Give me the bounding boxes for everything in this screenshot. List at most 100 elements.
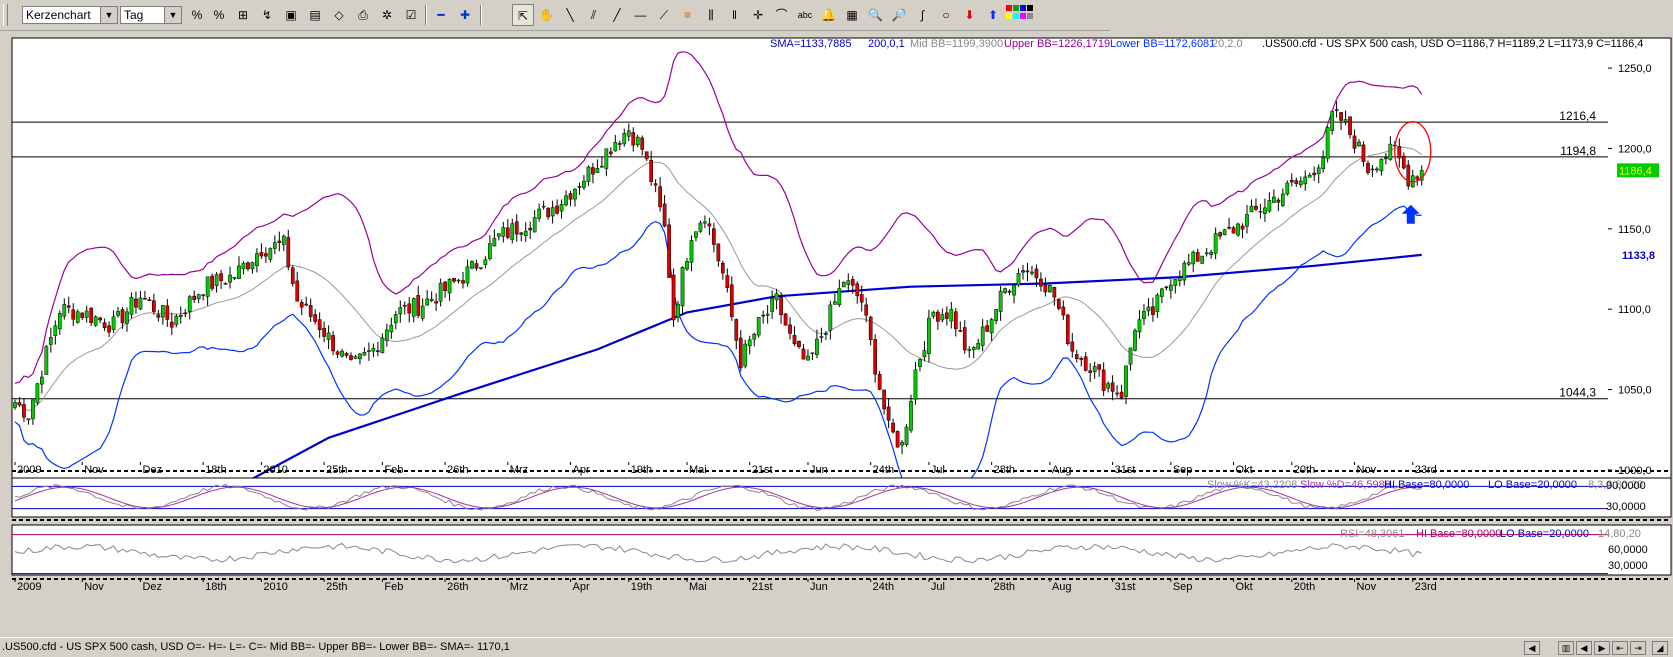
candle — [631, 132, 636, 146]
candle — [201, 294, 206, 297]
candle — [729, 284, 734, 317]
zoom-in-icon[interactable]: 🔍 — [865, 4, 887, 26]
print-icon[interactable]: ⎙ — [352, 4, 374, 26]
period-select[interactable]: Tag ▼ — [120, 6, 182, 24]
zoom-in-plus-icon[interactable]: ✚ — [454, 4, 476, 26]
candle — [1164, 286, 1169, 289]
candle — [716, 243, 721, 262]
candle — [1155, 294, 1160, 312]
scroll-end-icon[interactable]: ▶ — [1594, 641, 1610, 655]
color-settings-icon[interactable]: ✲ — [376, 4, 398, 26]
color-swatch-black[interactable] — [1027, 5, 1033, 11]
candle — [1106, 383, 1110, 389]
candle — [98, 317, 102, 321]
candle — [1366, 162, 1370, 173]
candle — [1307, 174, 1312, 178]
trendline-tool-icon[interactable]: ╱ — [606, 4, 628, 26]
candle — [1079, 357, 1084, 360]
candle — [111, 316, 116, 330]
candle — [196, 294, 201, 300]
candle — [1043, 284, 1048, 293]
x-tick-label: 23rd — [1415, 581, 1437, 593]
crosshair-cursor-icon[interactable]: ⇱ — [512, 4, 534, 26]
chart-frame: 1216,4 1194,8 1044,3 SMA=1133,7885 200,0,1… — [10, 36, 1673, 616]
candle — [882, 389, 886, 410]
arrow-up-tool-icon[interactable]: ⬆ — [982, 4, 1004, 26]
crosshair-tool-icon[interactable]: ✛ — [747, 4, 769, 26]
candle — [828, 304, 833, 331]
color-swatch-gray[interactable] — [1027, 13, 1033, 19]
candle — [48, 337, 53, 345]
horizontal-line-tool-icon[interactable]: — — [630, 4, 652, 26]
arc-tool-icon[interactable]: ⌒ — [771, 4, 793, 26]
candle — [819, 336, 824, 338]
ellipse-tool-icon[interactable]: ○ — [935, 4, 957, 26]
toolbar-grip[interactable] — [3, 4, 8, 26]
fan-tool-icon[interactable]: ⟋ — [653, 4, 675, 26]
color-swatch-green[interactable] — [1013, 5, 1019, 11]
candle — [918, 359, 922, 368]
expand-icon[interactable]: ⇥ — [1630, 641, 1646, 655]
template-icon[interactable]: ▣ — [280, 4, 302, 26]
candle — [779, 296, 783, 316]
calculator-icon[interactable]: ▦ — [841, 4, 863, 26]
scroll-start-icon[interactable]: ◀ — [1576, 641, 1592, 655]
arrow-down-tool-icon[interactable]: ⬇ — [959, 4, 981, 26]
candle — [1334, 109, 1339, 111]
alert-bell-icon[interactable]: 🔔 — [818, 4, 840, 26]
price-panel[interactable] — [11, 37, 1672, 493]
collapse-icon[interactable]: ⇤ — [1612, 641, 1628, 655]
candle — [720, 263, 725, 274]
candle — [376, 350, 380, 352]
candle — [591, 167, 595, 175]
candle — [1030, 271, 1034, 274]
chevron-down-icon[interactable]: ▼ — [164, 7, 181, 23]
color-swatch-yellow[interactable] — [1006, 13, 1012, 19]
log-scale-icon[interactable]: % — [208, 4, 230, 26]
line-tool-icon[interactable]: ╲ — [559, 4, 581, 26]
zoom-area-icon[interactable]: 🔎 — [888, 4, 910, 26]
candle — [505, 227, 510, 238]
candle — [810, 352, 815, 355]
chart-type-select[interactable]: Kerzenchart ▼ — [22, 6, 118, 24]
candle — [438, 282, 443, 302]
resize-grip-icon[interactable]: ◢ — [1652, 641, 1668, 655]
candle — [1352, 135, 1357, 149]
properties-icon[interactable]: ☑ — [400, 4, 422, 26]
y-tick-label: 1200,0 — [1618, 143, 1652, 155]
candle — [420, 305, 425, 319]
color-swatch-red[interactable] — [1006, 5, 1012, 11]
candle — [546, 208, 550, 218]
color-swatch-cyan[interactable] — [1013, 13, 1019, 19]
candle — [281, 235, 286, 245]
text-tool-icon[interactable]: abc — [794, 4, 816, 26]
image-icon[interactable]: ▤ — [304, 4, 326, 26]
indicator-icon[interactable]: ↯ — [256, 4, 278, 26]
candle — [904, 426, 909, 445]
percent-scale-icon[interactable]: % — [186, 4, 208, 26]
candle — [134, 298, 138, 308]
parallel-lines-tool-icon[interactable]: ⫽ — [583, 4, 605, 26]
eraser-icon[interactable]: ◇ — [328, 4, 350, 26]
candle — [1039, 278, 1043, 287]
candle — [1110, 382, 1115, 392]
scroll-left-icon[interactable]: ◀ — [1524, 641, 1540, 655]
candle — [743, 343, 748, 367]
fibonacci-timezone-tool-icon[interactable]: ⫼ — [700, 4, 722, 26]
vertical-lines-tool-icon[interactable]: ‖ — [724, 4, 746, 26]
chevron-down-icon[interactable]: ▼ — [100, 7, 117, 23]
fibonacci-tool-icon[interactable]: ≡ — [677, 4, 699, 26]
candle — [501, 227, 506, 237]
candle — [1406, 164, 1411, 187]
hand-tool-icon[interactable]: ✋ — [536, 4, 558, 26]
candle — [1034, 268, 1039, 279]
candle — [228, 274, 232, 283]
candle — [1272, 196, 1276, 203]
zoom-out-icon[interactable]: ━ — [430, 4, 452, 26]
freehand-tool-icon[interactable]: ∫ — [912, 4, 934, 26]
candle — [1186, 262, 1191, 265]
color-swatch-magenta[interactable] — [1020, 13, 1026, 19]
color-swatch-blue[interactable] — [1020, 5, 1026, 11]
bar-chart-icon[interactable]: ⊞ — [232, 4, 254, 26]
zoom-fit-icon[interactable]: ▥ — [1558, 641, 1574, 655]
